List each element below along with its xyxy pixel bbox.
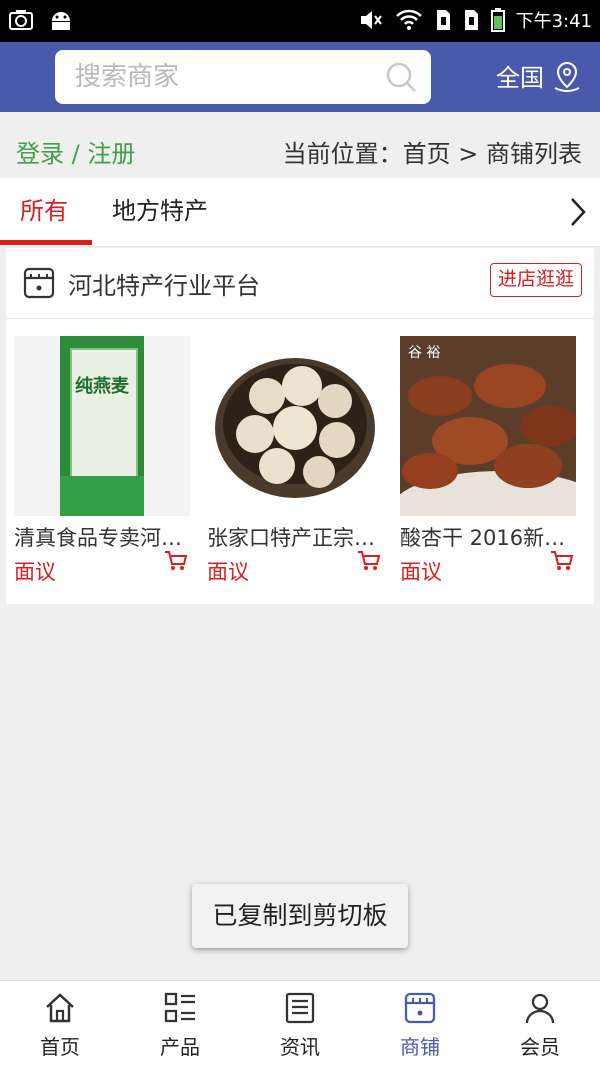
nav-member[interactable]: 会员 (480, 981, 600, 1068)
shop-name: 河北特产行业平台 (68, 272, 260, 300)
nav-news[interactable]: 资讯 (240, 981, 360, 1068)
screenshot-icon (9, 10, 33, 30)
android-icon (52, 12, 70, 30)
store-icon (404, 992, 436, 1024)
product-name[interactable]: 张家口特产正宗口蘑 (207, 522, 379, 552)
product-item[interactable]: 谷 裕 酸杏干 2016新杏干 面议 (400, 336, 576, 586)
product-image[interactable]: 谷 裕 (400, 336, 576, 516)
shop-header: 河北特产行业平台 进店逛逛 (6, 248, 594, 319)
search-box[interactable] (55, 50, 431, 104)
enter-shop-button[interactable]: 进店逛逛 (489, 263, 582, 297)
user-icon (525, 993, 555, 1024)
nav-stores[interactable]: 商铺 (360, 981, 480, 1068)
wifi-icon (395, 9, 422, 30)
product-image[interactable] (207, 336, 383, 516)
cart-icon[interactable] (550, 550, 574, 572)
bottom-nav: 首页 产品 资讯 商铺 会员 (0, 980, 600, 1068)
region-selector[interactable]: 全国 (496, 58, 582, 93)
tab-all[interactable]: 所有 (20, 178, 68, 246)
grid-list-icon (164, 992, 195, 1023)
nav-news-label: 资讯 (280, 1035, 320, 1059)
product-package-text: 纯燕麦 (75, 376, 129, 397)
region-label: 全国 (496, 64, 544, 92)
header-bar: 全国 (0, 42, 600, 112)
shop-icon (23, 267, 55, 299)
breadcrumb: 当前位置：首页 > 商铺列表 (282, 140, 582, 168)
battery-icon (490, 8, 505, 32)
home-icon (46, 993, 74, 1023)
brand-logo: 谷 裕 (408, 345, 441, 361)
mushroom-photo (215, 358, 375, 498)
nav-stores-label: 商铺 (400, 1035, 440, 1059)
product-name[interactable]: 酸杏干 2016新杏干 (400, 522, 572, 552)
dried-apricot-photo (400, 336, 576, 516)
product-item[interactable]: 纯燕麦 清真食品专卖河北特产 面议 (14, 336, 190, 586)
category-tabs: 所有 地方特产 (0, 178, 600, 247)
nav-home-label: 首页 (40, 1035, 80, 1059)
sim1-icon (436, 10, 450, 30)
sim2-icon (464, 10, 478, 30)
active-tab-indicator (0, 240, 92, 245)
location-pin-icon (554, 61, 580, 92)
cart-icon[interactable] (357, 550, 381, 572)
nav-products-label: 产品 (160, 1035, 200, 1059)
nav-member-label: 会员 (520, 1035, 560, 1059)
product-item[interactable]: 张家口特产正宗口蘑 面议 (207, 336, 383, 586)
mute-icon (360, 11, 382, 29)
shop-card: 河北特产行业平台 进店逛逛 纯燕麦 清真食品专卖河北特产 面议 (6, 248, 594, 604)
status-bar: 下午3:41 (0, 0, 600, 42)
breadcrumb-bar: 登录 / 注册 当前位置：首页 > 商铺列表 (0, 112, 600, 178)
nav-products[interactable]: 产品 (120, 981, 240, 1068)
tab-local-specialty[interactable]: 地方特产 (112, 178, 208, 246)
search-input[interactable] (73, 61, 377, 93)
toast-message: 已复制到剪切板 (192, 884, 408, 948)
search-icon[interactable] (385, 61, 417, 93)
product-image[interactable]: 纯燕麦 (14, 336, 190, 516)
product-name[interactable]: 清真食品专卖河北特产 (14, 522, 186, 552)
news-icon (285, 992, 315, 1024)
nav-home[interactable]: 首页 (0, 981, 120, 1068)
chevron-right-icon[interactable] (568, 196, 588, 228)
status-time: 下午3:41 (515, 11, 592, 32)
cart-icon[interactable] (164, 550, 188, 572)
login-register-link[interactable]: 登录 / 注册 (16, 134, 135, 169)
